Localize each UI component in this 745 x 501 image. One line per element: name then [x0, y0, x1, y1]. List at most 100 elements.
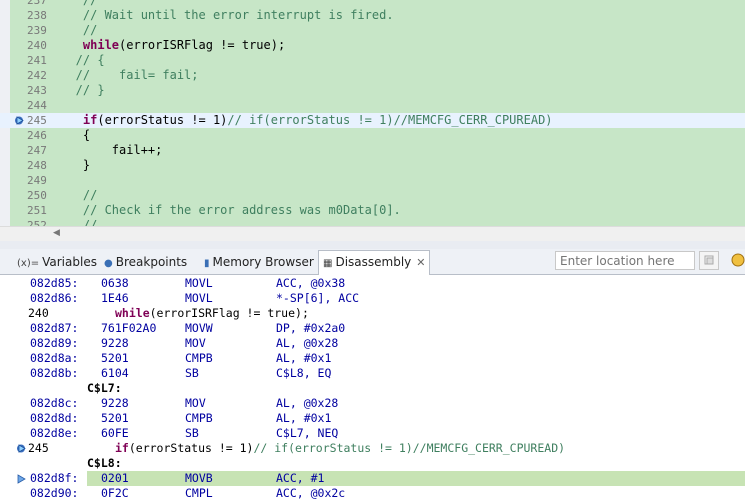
close-icon[interactable]: ✕ [416, 256, 425, 269]
tab-label: Breakpoints [115, 255, 188, 269]
instruction-row[interactable]: 082d8b: 6104 SB C$L8, EQ [0, 366, 745, 381]
editor-line[interactable]: 248 } [0, 158, 745, 173]
instruction-opcode: 0F2C [101, 486, 129, 500]
editor-line[interactable]: 250 // [0, 188, 745, 203]
editor-line[interactable]: 249 [0, 173, 745, 188]
source-editor[interactable]: 237 //238 // Wait until the error interr… [0, 0, 745, 226]
line-number: 243 [27, 84, 47, 97]
line-number: 250 [27, 189, 47, 202]
editor-horizontal-scrollbar[interactable]: ◀ [0, 226, 745, 241]
memory-icon: ▮ [204, 258, 210, 269]
sync-button[interactable] [728, 251, 745, 270]
instruction-opcode: 6104 [101, 366, 129, 380]
editor-line[interactable]: 251 // Check if the error address was m0… [0, 203, 745, 218]
source-code: if(errorStatus != 1)// if(errorStatus !=… [115, 441, 565, 456]
label-row[interactable]: C$L8: [0, 456, 745, 471]
location-input[interactable] [555, 251, 695, 270]
line-code: fail++; [54, 143, 163, 158]
instruction-mnemonic: MOV [185, 396, 206, 410]
line-code: // Check if the error address was m0Data… [54, 203, 401, 218]
line-number: 244 [27, 99, 47, 112]
line-number: 242 [27, 69, 47, 82]
breakpoints-icon: ● [104, 258, 113, 269]
instruction-mnemonic: MOVW [185, 321, 213, 335]
instruction-row[interactable]: 082d87: 761F02A0 MOVW DP, #0x2a0 [0, 321, 745, 336]
editor-line[interactable]: 247 fail++; [0, 143, 745, 158]
instruction-row[interactable]: 082d90: 0F2C CMPL ACC, @0x2c [0, 486, 745, 501]
instruction-operands: AL, @0x28 [276, 336, 339, 350]
editor-line[interactable]: 246 { [0, 128, 745, 143]
disassembly-view[interactable]: 082d85: 0638 MOVL ACC, @0x38 082d86: 1E46 MOVL… [0, 275, 745, 501]
instruction-row[interactable]: 082d89: 9228 MOV AL, @0x28 [0, 336, 745, 351]
code-text: (errorISRFlag != true); [149, 306, 309, 320]
line-number: 240 [27, 39, 47, 52]
instruction-mnemonic: SB [185, 426, 199, 440]
code-label: C$L8: [87, 456, 122, 470]
instruction-operands: ACC, @0x38 [276, 276, 346, 290]
editor-line[interactable]: 238 // Wait until the error interrupt is… [0, 8, 745, 23]
breakpoint-icon [17, 444, 26, 453]
editor-line[interactable]: 243 // } [0, 83, 745, 98]
instruction-operands: C$L8, EQ [276, 366, 332, 380]
line-code: } [54, 158, 90, 173]
instruction-address: 082d8f: [30, 471, 79, 485]
source-line-number: 245 [28, 441, 49, 455]
instruction-row[interactable]: 082d8c: 9228 MOV AL, @0x28 [0, 396, 745, 411]
instruction-operands: ACC, #1 [276, 471, 325, 485]
keyword: while [115, 306, 150, 320]
comment-text: // Check if the error address was m0Data… [54, 203, 401, 217]
line-code: // [54, 23, 97, 38]
keyword: if [115, 441, 129, 455]
line-code: // [54, 188, 97, 203]
editor-line[interactable]: 239 // [0, 23, 745, 38]
instruction-mnemonic: MOVL [185, 291, 213, 305]
line-number: 245 [27, 114, 47, 127]
instruction-operands: ACC, @0x2c [276, 486, 346, 500]
instruction-row[interactable]: 082d8e: 60FE SB C$L7, NEQ [0, 426, 745, 441]
instruction-mnemonic: MOV [185, 336, 206, 350]
line-number: 239 [27, 24, 47, 37]
source-row[interactable]: 245 if(errorStatus != 1)// if(errorStatus… [0, 441, 745, 456]
keyword: if [82, 113, 98, 127]
instruction-row[interactable]: 082d8f: 0201 MOVB ACC, #1 [0, 471, 745, 486]
line-number: 238 [27, 9, 47, 22]
instruction-row[interactable]: 082d8a: 5201 CMPB AL, #0x1 [0, 351, 745, 366]
instruction-opcode: 1E46 [101, 291, 129, 305]
editor-line[interactable]: 242 // fail= fail; [0, 68, 745, 83]
editor-line[interactable]: 245 if(errorStatus != 1)// if(errorStatu… [0, 113, 745, 128]
editor-line[interactable]: 240 while(errorISRFlag != true); [0, 38, 745, 53]
tab-label: Variables [42, 255, 97, 269]
tab-label: Disassembly [335, 255, 412, 269]
instruction-address: 082d8d: [30, 411, 79, 425]
instruction-row[interactable]: 082d86: 1E46 MOVL *-SP[6], ACC [0, 291, 745, 306]
line-code: // fail= fail; [54, 68, 199, 83]
scroll-left-icon[interactable]: ◀ [53, 228, 60, 238]
line-code: if(errorStatus != 1)// if(errorStatus !=… [54, 113, 553, 128]
editor-line[interactable]: 244 [0, 98, 745, 113]
instruction-address: 082d8e: [30, 426, 79, 440]
code-text: (errorStatus != 1) [97, 113, 228, 127]
instruction-row[interactable]: 082d8d: 5201 CMPB AL, #0x1 [0, 411, 745, 426]
editor-line[interactable]: 241 // { [0, 53, 745, 68]
line-code: { [54, 128, 90, 143]
editor-line[interactable]: 237 // [0, 0, 745, 8]
line-number: 252 [27, 219, 47, 226]
label-row[interactable]: C$L7: [0, 381, 745, 396]
tab-disassembly[interactable]: ▦ Disassembly ✕ [318, 250, 431, 276]
keyword: while [82, 38, 120, 52]
line-number: 246 [27, 129, 47, 142]
instruction-opcode: 0638 [101, 276, 129, 290]
tab-breakpoints[interactable]: ● Breakpoints [104, 251, 187, 273]
tab-variables[interactable]: (x)= Variables [17, 251, 97, 273]
line-code: // [54, 0, 97, 8]
instruction-address: 082d8b: [30, 366, 79, 380]
line-number: 251 [27, 204, 47, 217]
source-row[interactable]: 240 while(errorISRFlag != true); [0, 306, 745, 321]
go-icon [704, 255, 714, 265]
go-to-location-button[interactable] [699, 251, 719, 270]
tab-memory-browser[interactable]: ▮ Memory Browser [204, 251, 314, 273]
editor-line[interactable]: 252 // [0, 218, 745, 226]
comment-text: // [54, 0, 98, 7]
instruction-row[interactable]: 082d85: 0638 MOVL ACC, @0x38 [0, 276, 745, 291]
pane-separator[interactable] [0, 241, 745, 249]
